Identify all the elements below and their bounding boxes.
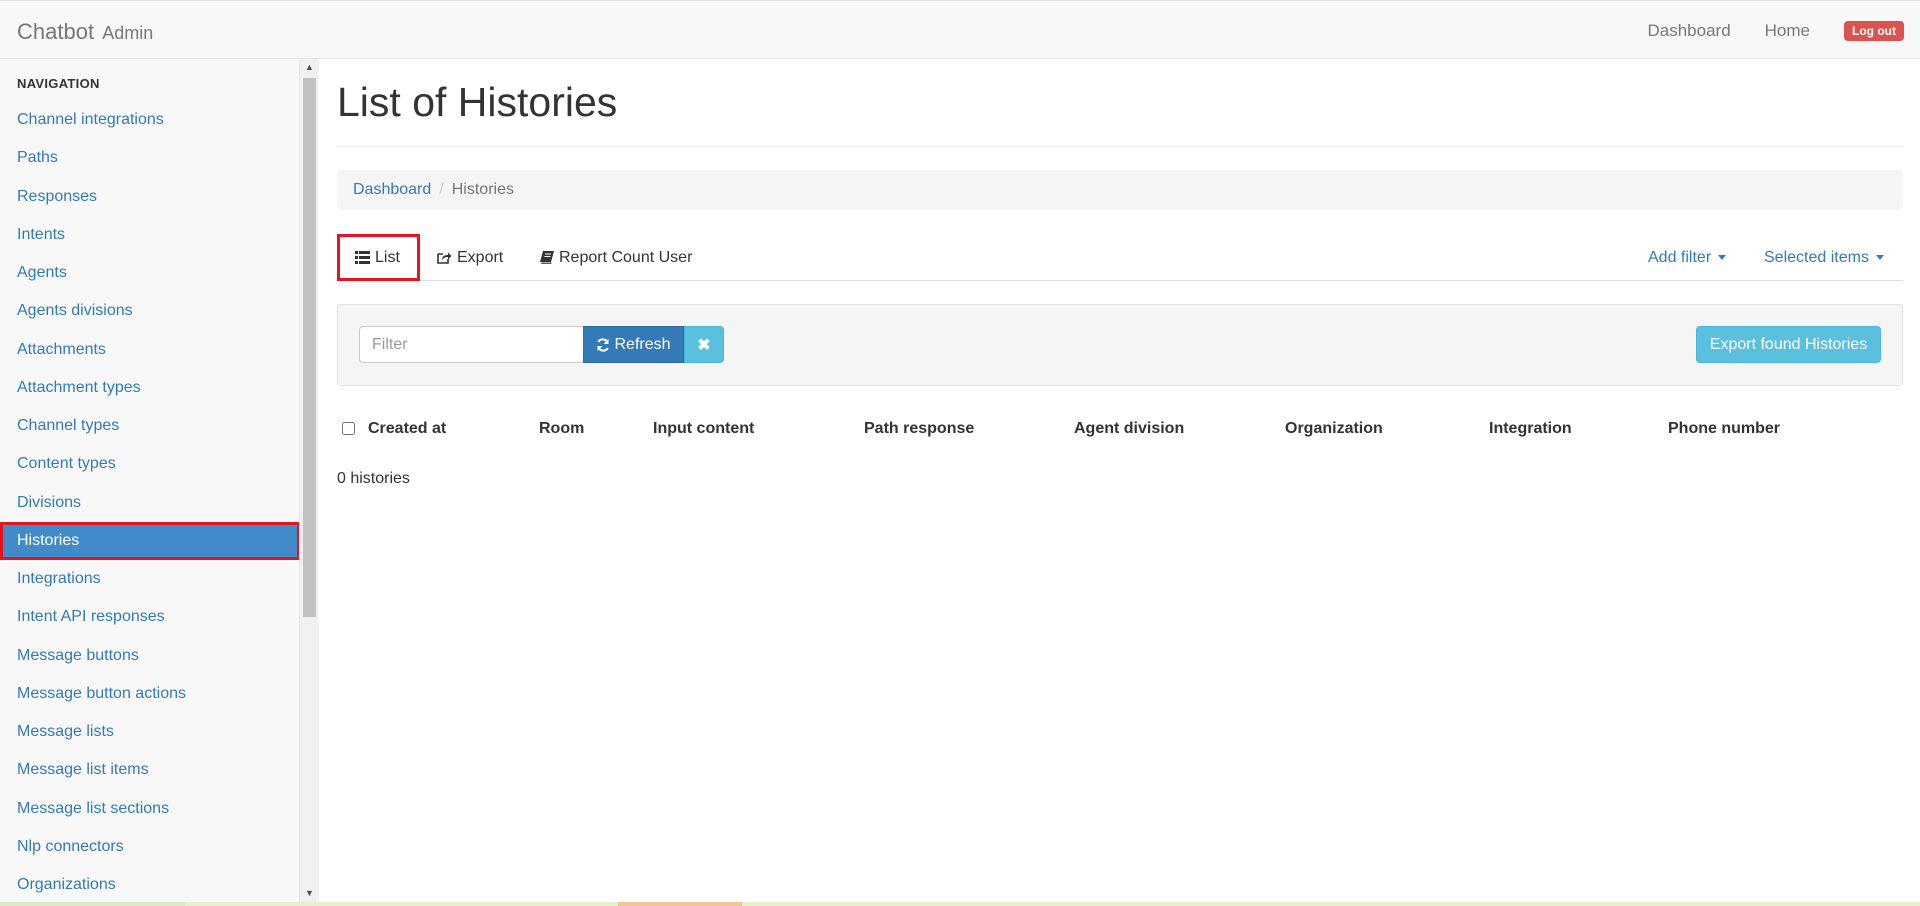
tab-list[interactable]: List (337, 234, 420, 281)
sidebar-item-organizations[interactable]: Organizations (0, 866, 299, 902)
sidebar-item-histories[interactable]: Histories (0, 521, 299, 560)
sidebar-item-responses[interactable]: Responses (0, 178, 299, 216)
breadcrumb-current: Histories (451, 181, 514, 198)
tab-export-label: Export (457, 248, 504, 266)
sidebar-item-message-list-items[interactable]: Message list items (0, 751, 299, 789)
selected-items-dropdown[interactable]: Selected items (1764, 234, 1884, 281)
breadcrumb-link-dashboard[interactable]: Dashboard (353, 181, 431, 199)
scrollbar-thumb[interactable] (303, 78, 316, 617)
filter-panel: Refresh ✖ Export found Histories (337, 304, 1903, 386)
sidebar-item-agents[interactable]: Agents (0, 254, 299, 292)
column-header-agent-division[interactable]: Agent division (1074, 409, 1184, 449)
sidebar-item-attachments[interactable]: Attachments (0, 331, 299, 369)
sidebar-item-message-list-sections[interactable]: Message list sections (0, 790, 299, 828)
logout-button[interactable]: Log out (1844, 20, 1904, 41)
tab-report-label: Report Count User (559, 248, 693, 266)
page-title: List of Histories (337, 79, 618, 125)
main-content: List of Histories Dashboard / Histories … (337, 59, 1903, 902)
column-header-path-response[interactable]: Path response (864, 409, 974, 449)
sidebar-item-channel-types[interactable]: Channel types (0, 407, 299, 445)
sidebar-item-message-lists[interactable]: Message lists (0, 713, 299, 751)
action-tabs: List Export Report Count User Add filter… (337, 234, 1903, 281)
bottom-strip-segment (618, 902, 742, 906)
sidebar-item-paths[interactable]: Paths (0, 139, 299, 177)
column-header-phone-number[interactable]: Phone number (1668, 409, 1780, 449)
export-found-button[interactable]: Export found Histories (1696, 326, 1881, 363)
sidebar-item-intents[interactable]: Intents (0, 216, 299, 254)
column-header-input-content[interactable]: Input content (653, 409, 754, 449)
sidebar-item-divisions[interactable]: Divisions (0, 484, 299, 522)
sidebar-item-intent-api-responses[interactable]: Intent API responses (0, 598, 299, 636)
nav-link-dashboard[interactable]: Dashboard (1647, 21, 1730, 41)
sidebar-nav-list: Channel integrations Paths Responses Int… (0, 101, 299, 902)
bottom-strip-segment (0, 902, 185, 906)
caret-down-icon (1718, 255, 1727, 260)
result-count: 0 histories (337, 470, 410, 487)
bottom-strip (0, 902, 1920, 906)
add-filter-label: Add filter (1648, 248, 1712, 266)
breadcrumb-separator: / (439, 181, 444, 198)
navbar-right: Dashboard Home Log out (1647, 1, 1920, 60)
refresh-icon (596, 337, 610, 352)
column-header-organization[interactable]: Organization (1285, 409, 1383, 449)
sidebar-item-channel-integrations[interactable]: Channel integrations (0, 101, 299, 139)
tab-report-count-user[interactable]: Report Count User (540, 234, 692, 281)
breadcrumb: Dashboard / Histories (337, 170, 1903, 210)
scroll-down-arrow-icon[interactable]: ▼ (300, 885, 319, 902)
table-header: Created at Room Input content Path respo… (337, 409, 1903, 449)
caret-down-icon (1875, 255, 1884, 260)
sidebar-item-message-buttons[interactable]: Message buttons (0, 637, 299, 675)
top-navbar: Chatbot Admin Dashboard Home Log out (0, 0, 1920, 59)
sidebar-item-nlp-connectors[interactable]: Nlp connectors (0, 828, 299, 866)
close-icon: ✖ (697, 336, 711, 354)
sidebar-item-message-button-actions[interactable]: Message button actions (0, 675, 299, 713)
filter-input[interactable] (359, 326, 583, 363)
brand-title: Chatbot (17, 19, 95, 44)
sidebar-item-agents-divisions[interactable]: Agents divisions (0, 292, 299, 330)
sidebar: NAVIGATION Channel integrations Paths Re… (0, 59, 300, 902)
brand-link[interactable]: Chatbot Admin (17, 19, 153, 45)
book-icon (540, 251, 554, 264)
column-header-room[interactable]: Room (539, 409, 584, 449)
column-header-integration[interactable]: Integration (1489, 409, 1572, 449)
sidebar-item-integrations[interactable]: Integrations (0, 560, 299, 598)
brand-subtitle: Admin (102, 23, 154, 43)
select-all-checkbox[interactable] (342, 422, 355, 435)
title-divider (337, 146, 1903, 147)
nav-link-home[interactable]: Home (1765, 21, 1810, 41)
column-header-created-at[interactable]: Created at (368, 409, 446, 449)
refresh-button[interactable]: Refresh (583, 326, 684, 363)
tab-list-label: List (375, 248, 400, 266)
list-icon (355, 251, 370, 264)
clear-filter-button[interactable]: ✖ (684, 326, 724, 363)
sidebar-item-content-types[interactable]: Content types (0, 445, 299, 483)
sidebar-header: NAVIGATION (17, 76, 100, 91)
share-icon (437, 251, 452, 264)
sidebar-item-attachment-types[interactable]: Attachment types (0, 369, 299, 407)
tab-export[interactable]: Export (437, 234, 503, 281)
selected-items-label: Selected items (1764, 248, 1869, 266)
refresh-label: Refresh (614, 335, 671, 353)
sidebar-scrollbar[interactable]: ▲ ▼ (300, 59, 319, 902)
add-filter-dropdown[interactable]: Add filter (1648, 234, 1727, 281)
scroll-up-arrow-icon[interactable]: ▲ (300, 59, 319, 76)
